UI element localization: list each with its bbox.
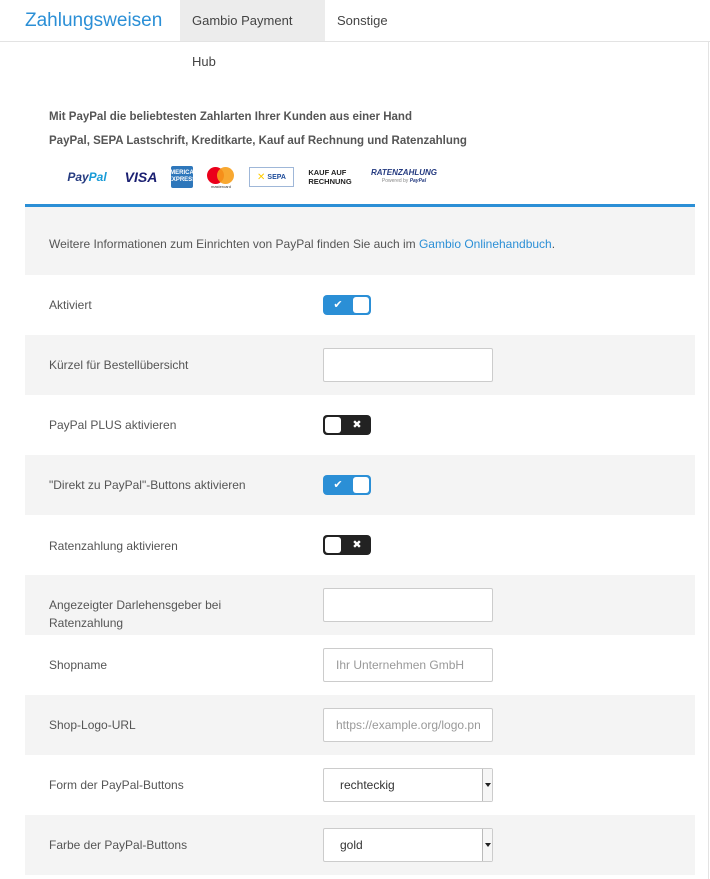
ratenzahlung-logo-text: RATENZAHLUNG xyxy=(370,168,438,177)
promo-headline: Mit PayPal die beliebtesten Zahlarten Ih… xyxy=(49,111,412,123)
page-title: Zahlungsweisen xyxy=(25,10,163,31)
onlinehandbuch-link[interactable]: Gambio Onlinehandbuch xyxy=(419,237,552,251)
ratenzahlung-paypal: PayPal xyxy=(409,178,427,184)
setting-label: PayPal PLUS aktivieren xyxy=(49,418,177,432)
paypal-logo-icon: Pay Pal xyxy=(57,164,117,190)
toggle-knob xyxy=(353,477,369,493)
info-box: Weitere Informationen zum Einrichten von… xyxy=(25,204,695,275)
setting-row-button-form: Form der PayPal-Buttons rechteckig xyxy=(25,755,695,815)
setting-label: Form der PayPal-Buttons xyxy=(49,778,184,792)
setting-row-paypal-plus: PayPal PLUS aktivieren ✖ xyxy=(25,395,695,455)
setting-row-shop-logo-url: Shop-Logo-URL xyxy=(25,695,695,755)
paypal-plus-toggle[interactable]: ✖ xyxy=(323,415,371,435)
toggle-knob xyxy=(325,537,341,553)
setting-row-aktiviert: Aktiviert ✔ xyxy=(25,275,695,335)
tab-gambio-payment-hub[interactable]: Gambio Payment Hub xyxy=(180,0,325,69)
setting-label: Shopname xyxy=(49,658,108,672)
sepa-logo-text: SEPA xyxy=(267,173,286,181)
cross-icon: ✖ xyxy=(352,539,362,551)
ratenzahlung-logo-subline: Powered by PayPal xyxy=(382,177,426,186)
kauf-auf-rechnung-logo-icon: KAUF AUF RECHNUNG xyxy=(305,164,355,190)
select-value: rechteckig xyxy=(340,778,395,792)
setting-row-kuerzel: Kürzel für Bestellübersicht xyxy=(25,335,695,395)
setting-label: Shop-Logo-URL xyxy=(49,718,136,732)
mastercard-yellow-circle xyxy=(217,167,234,184)
cross-icon: ✖ xyxy=(352,419,362,431)
ratenzahlung-logo-icon: RATENZAHLUNG Powered by PayPal xyxy=(367,164,441,190)
setting-label: Farbe der PayPal-Buttons xyxy=(49,838,188,852)
panel-border xyxy=(708,42,709,879)
shopname-input[interactable] xyxy=(323,648,493,682)
select-value: gold xyxy=(340,838,363,852)
setting-label: "Direkt zu PayPal"-Buttons aktivieren xyxy=(49,478,246,492)
promo-payment-methods: PayPal, SEPA Lastschrift, Kreditkarte, K… xyxy=(49,135,467,147)
sepa-logo-icon: ✕ SEPA xyxy=(249,167,294,187)
button-farbe-select[interactable]: gold xyxy=(323,828,493,862)
info-text-suffix: . xyxy=(551,237,556,251)
kuerzel-input[interactable] xyxy=(323,348,493,382)
toggle-knob xyxy=(325,417,341,433)
top-bar: Zahlungsweisen Gambio Payment Hub Sonsti… xyxy=(0,0,710,69)
direkt-buttons-toggle[interactable]: ✔ xyxy=(323,475,371,495)
paypal-logo-part-b: Pal xyxy=(88,170,107,184)
setting-row-shopname: Shopname xyxy=(25,635,695,695)
rechnung-logo-line2: RECHNUNG xyxy=(308,177,352,186)
toggle-knob xyxy=(353,297,369,313)
setting-label: Aktiviert xyxy=(49,298,92,312)
check-icon: ✔ xyxy=(333,479,343,491)
button-form-select[interactable]: rechteckig xyxy=(323,768,493,802)
visa-logo-icon: VISA xyxy=(124,169,158,185)
ratenzahlung-powered-by: Powered by xyxy=(381,178,409,184)
setting-row-direkt-buttons: "Direkt zu PayPal"-Buttons aktivieren ✔ xyxy=(25,455,695,515)
mastercard-logo-text: mastercard xyxy=(210,184,231,189)
setting-label: Ratenzahlung aktivieren xyxy=(49,539,178,553)
setting-row-ratenzahlung: Ratenzahlung aktivieren ✖ xyxy=(25,515,695,575)
paypal-logo-part-a: Pay xyxy=(67,170,89,184)
sepa-mark-icon: ✕ xyxy=(257,171,266,183)
shop-logo-url-input[interactable] xyxy=(323,708,493,742)
rechnung-logo-line1: KAUF AUF xyxy=(308,168,347,177)
info-text: Weitere Informationen zum Einrichten von… xyxy=(49,237,555,251)
setting-label: Angezeigter Darlehensgeber bei Ratenzahl… xyxy=(49,598,222,630)
amex-logo-icon: AMERICAN EXPRESS xyxy=(166,166,198,188)
mastercard-logo-icon: mastercard xyxy=(205,164,237,190)
aktiviert-toggle[interactable]: ✔ xyxy=(323,295,371,315)
tab-sonstige[interactable]: Sonstige xyxy=(325,0,400,41)
setting-row-button-farbe: Farbe der PayPal-Buttons gold xyxy=(25,815,695,875)
check-icon: ✔ xyxy=(333,299,343,311)
ratenzahlung-toggle[interactable]: ✖ xyxy=(323,535,371,555)
chevron-down-icon[interactable] xyxy=(482,829,492,861)
darlehensgeber-input[interactable] xyxy=(323,588,493,622)
info-text-body: Weitere Informationen zum Einrichten von… xyxy=(49,237,419,251)
chevron-down-icon[interactable] xyxy=(482,769,492,801)
setting-label: Kürzel für Bestellübersicht xyxy=(49,358,189,372)
setting-row-darlehensgeber: Angezeigter Darlehensgeber bei Ratenzahl… xyxy=(25,575,695,635)
